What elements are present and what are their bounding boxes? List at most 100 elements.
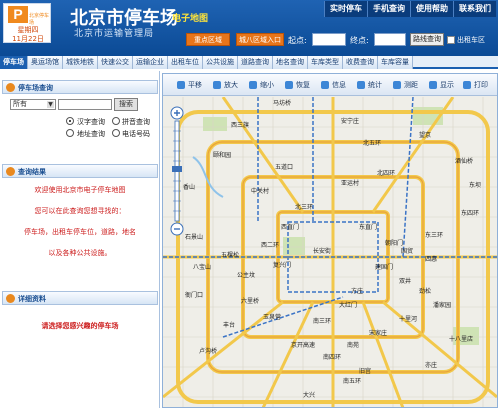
tab-place-search[interactable]: 地名查询 [273, 56, 308, 69]
tool-zoom-out[interactable]: 缩小 [249, 79, 274, 91]
map-label: 方庄 [351, 287, 363, 295]
tab-taxi-stands[interactable]: 出租车位 [168, 56, 203, 69]
map-label: 潘家园 [433, 301, 451, 309]
welcome-line-1: 欢迎使用北京市电子停车地图 [34, 186, 126, 194]
map-canvas[interactable]: 马坊桥 西三旗 安宁庄 北五环 亚运村 北四环 中关村 五道口 北三环 西直门 … [163, 97, 497, 408]
start-input[interactable] [312, 33, 346, 46]
map-label: 东四环 [461, 209, 479, 217]
zoom-control[interactable] [169, 106, 185, 236]
map-toolbar: 平移 放大 缩小 恢复 信息 统计 测距 显示 打印 [163, 74, 497, 96]
chevron-down-icon: ▼ [47, 101, 54, 108]
map-label: 衙门口 [185, 291, 203, 299]
tab-transport-companies[interactable]: 运输企业 [133, 56, 168, 69]
city-entry-button[interactable]: 城八区域入口 [236, 33, 284, 46]
map-label: 亦庄 [425, 361, 437, 369]
map-label: 十八里店 [449, 335, 473, 343]
tool-pan[interactable]: 平移 [177, 79, 202, 91]
search-panel-header: 停车场查询 [2, 80, 158, 94]
start-label: 起点: [288, 36, 307, 45]
map-panel: 平移 放大 缩小 恢复 信息 统计 测距 显示 打印 马坊桥 西三旗 安宁庄 北… [162, 73, 498, 408]
nav-help[interactable]: 使用帮助 [410, 1, 453, 17]
map-label: 公主坟 [237, 271, 255, 279]
map-label: 八宝山 [193, 263, 211, 271]
tool-stats[interactable]: 统计 [357, 79, 382, 91]
map-label: 五棵松 [221, 251, 239, 259]
parking-logo-icon: P [8, 6, 28, 23]
map-label: 五道口 [275, 163, 293, 171]
map-label: 双井 [399, 277, 411, 285]
tool-print[interactable]: 打印 [463, 79, 488, 91]
map-label: 南四环 [323, 353, 341, 361]
map-label: 建国门 [375, 263, 393, 271]
detail-panel-icon [6, 294, 15, 303]
site-badge: 电子地图 [172, 14, 209, 24]
category-select[interactable]: 所有 ▼ [10, 99, 56, 110]
map-label: 南三环 [313, 317, 331, 325]
site-subtitle: 北京市运输管理局 [74, 29, 155, 39]
map-label: 大兴 [303, 391, 315, 399]
tab-olympic-venues[interactable]: 奥运场馆 [28, 56, 63, 69]
nav-realtime-parking[interactable]: 实时停车 [324, 1, 367, 17]
map-label: 十里河 [399, 315, 417, 323]
radio-chinese-label: 汉字查询 [77, 118, 105, 126]
map-label: 劲松 [419, 287, 431, 295]
keyword-input[interactable] [58, 99, 112, 110]
tool-display[interactable]: 显示 [429, 79, 454, 91]
center-area-button[interactable]: 重点区域 [186, 33, 230, 46]
tool-measure[interactable]: 测距 [393, 79, 418, 91]
welcome-line-3: 停车场，出租车停车位，道路，地名 [24, 228, 136, 236]
map-label: 北四环 [377, 169, 395, 177]
show-taxi-label: 出租车区 [457, 36, 485, 44]
map-label: 安宁庄 [341, 117, 359, 125]
map-label: 南苑 [347, 341, 359, 349]
tab-public-facilities[interactable]: 公共设施 [203, 56, 238, 69]
logo-subtext: 北京停车场 [29, 13, 50, 26]
map-label: 大红门 [339, 301, 357, 309]
detail-panel-header: 详细资料 [2, 291, 158, 305]
map-label: 六里桥 [241, 297, 259, 305]
map-label: 长安街 [313, 247, 331, 255]
map-label: 卢沟桥 [199, 347, 217, 355]
map-label: 丰台 [223, 321, 235, 329]
radio-phone-search[interactable] [112, 129, 120, 137]
map-label: 中关村 [251, 187, 269, 195]
main-tabs: 停车场 奥运场馆 城铁地铁 快速公交 运输企业 出租车位 公共设施 道路查询 地… [0, 56, 498, 69]
tool-restore[interactable]: 恢复 [285, 79, 310, 91]
route-search-button[interactable]: 路线查询 [410, 33, 444, 46]
tab-road-search[interactable]: 道路查询 [238, 56, 273, 69]
map-label: 北五环 [363, 139, 381, 147]
show-taxi-checkbox[interactable] [447, 36, 455, 44]
tab-garage-capacity[interactable]: 车库容量 [378, 56, 413, 69]
tab-garage-type[interactable]: 车库类型 [308, 56, 343, 69]
logo[interactable]: P 北京停车场 星期四 11月22日 [3, 3, 51, 43]
map-label: 宋家庄 [369, 329, 387, 337]
welcome-line-2: 您可以在此查询您想寻找的： [34, 207, 126, 215]
map-label: 北三环 [295, 203, 313, 211]
radio-address-label: 地址查询 [77, 130, 105, 138]
nav-mobile-query[interactable]: 手机查询 [367, 1, 410, 17]
radio-chinese-search[interactable] [66, 117, 74, 125]
radio-pinyin-search[interactable] [112, 117, 120, 125]
tool-zoom-in[interactable]: 放大 [213, 79, 238, 91]
map-label: 酒仙桥 [455, 157, 473, 165]
nav-contact[interactable]: 联系我们 [453, 1, 496, 17]
end-input[interactable] [374, 33, 406, 46]
tab-fee-search[interactable]: 收费查询 [343, 56, 378, 69]
map-label: 西二环 [261, 242, 279, 249]
radio-pinyin-label: 拼音查询 [122, 118, 150, 126]
map-label: 东直门 [359, 223, 377, 231]
search-button[interactable]: 搜索 [114, 98, 138, 111]
detail-message: 请选择您感兴趣的停车场 [41, 322, 119, 330]
search-panel-title: 停车场查询 [18, 84, 53, 92]
map-label: 四惠 [425, 255, 437, 263]
tab-parking[interactable]: 停车场 [0, 56, 28, 69]
radio-address-search[interactable] [66, 129, 74, 137]
tab-brt[interactable]: 快速公交 [98, 56, 133, 69]
results-panel-header: 查询结果 [2, 164, 158, 178]
tab-subway[interactable]: 城铁地铁 [63, 56, 98, 69]
map-label: 颐和园 [213, 151, 231, 159]
tool-info[interactable]: 信息 [321, 79, 346, 91]
map-label: 望京 [419, 131, 431, 139]
map-label: 石景山 [185, 233, 203, 241]
results-panel-icon [6, 167, 15, 176]
